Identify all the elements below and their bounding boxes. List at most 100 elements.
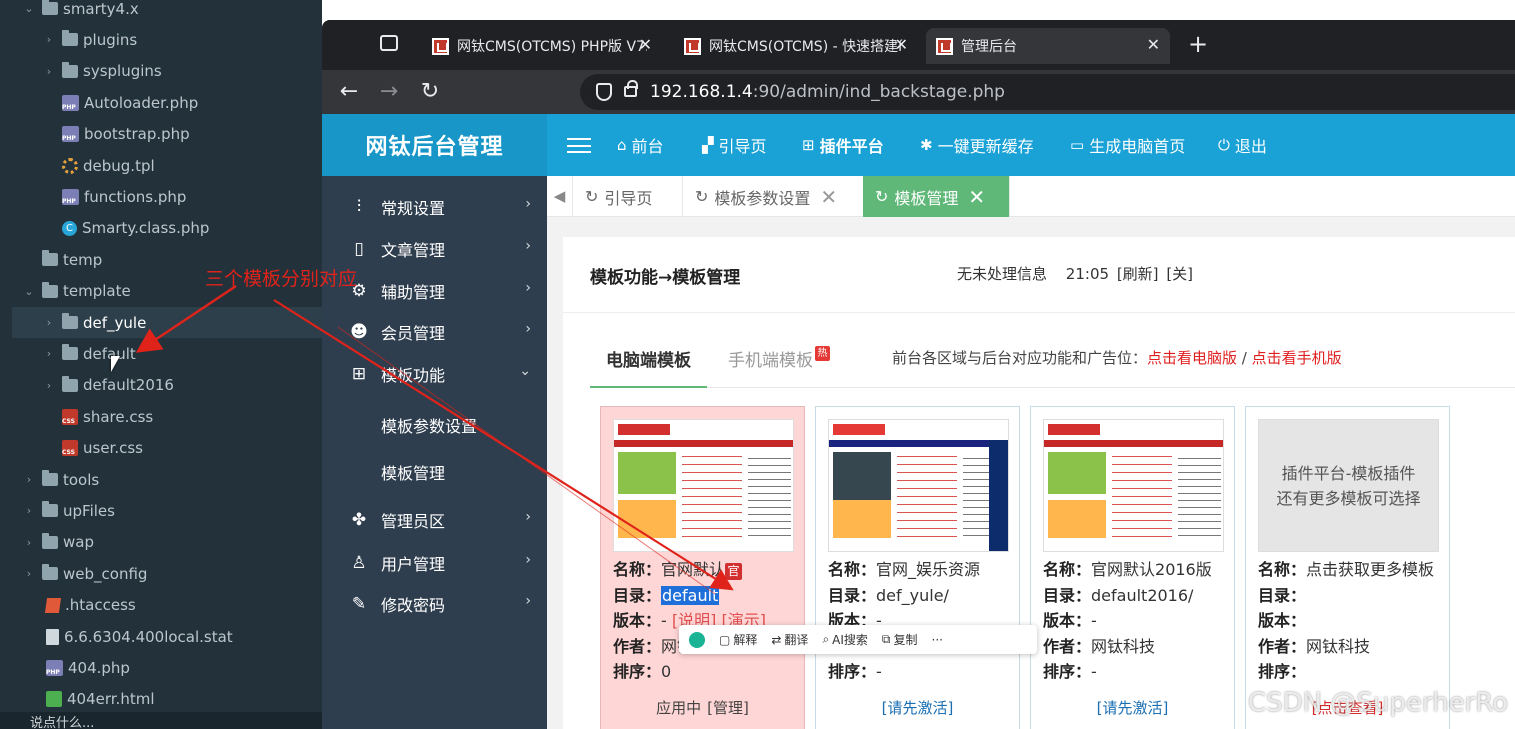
forward-arrow-icon[interactable]: →: [374, 79, 404, 104]
template-card[interactable]: 插件平台-模板插件 还有更多模板可选择 名称：点击获取更多模板 目录： 版本： 作者：网钛…: [1245, 406, 1450, 729]
template-thumbnail-more[interactable]: 插件平台-模板插件 还有更多模板可选择: [1258, 419, 1439, 552]
tree-item-php[interactable]: bootstrap.php: [62, 119, 190, 150]
tree-item-folder[interactable]: temp: [42, 244, 102, 275]
explain-button[interactable]: ▢ 解释: [719, 631, 757, 648]
reload-icon[interactable]: ↻: [415, 79, 445, 104]
topnav-plugins[interactable]: ⊞ 插件平台: [802, 114, 884, 176]
sidebar-item-pen[interactable]: ✎ 修改密码 ›: [322, 583, 547, 625]
chevron-right-icon[interactable]: ›: [42, 65, 56, 78]
tree-item-cls[interactable]: C Smarty.class.php: [62, 213, 209, 244]
lock-icon[interactable]: [624, 80, 638, 97]
sidebar-item-sliders[interactable]: ⫶ 常规设置 ›: [322, 186, 547, 228]
tree-item-folder[interactable]: ⌄ template: [22, 276, 131, 307]
translate-button[interactable]: ⇄ 翻译: [771, 631, 808, 648]
thumb-ban: [1048, 452, 1106, 494]
tree-item-git[interactable]: .htaccess: [44, 590, 136, 621]
chevron-right-icon[interactable]: ›: [42, 379, 56, 392]
copy-button[interactable]: ⧉ 复制: [882, 631, 918, 648]
tab-search-icon[interactable]: [380, 35, 398, 51]
tree-item-folder[interactable]: › sysplugins: [42, 56, 162, 87]
tree-item-folder[interactable]: › default: [42, 338, 136, 369]
back-arrow-icon[interactable]: ←: [334, 79, 364, 104]
topnav-build-home[interactable]: ▭ 生成电脑首页: [1070, 114, 1185, 176]
close-icon[interactable]: ✕: [895, 35, 908, 54]
view-mobile-link[interactable]: 点击看手机版: [1252, 349, 1342, 367]
topnav-guide[interactable]: ▞ 引导页: [702, 114, 767, 176]
chevron-right-icon[interactable]: ›: [22, 536, 36, 549]
css-file-icon: [62, 408, 78, 425]
tree-item-html[interactable]: 404err.html: [46, 684, 155, 715]
tabs-scroll-left-icon[interactable]: ◀: [547, 176, 573, 217]
tab-pc-templates[interactable]: 电脑端模板: [590, 346, 707, 388]
tree-item-gear[interactable]: debug.tpl: [62, 150, 155, 181]
tree-item-css[interactable]: share.css: [62, 401, 153, 432]
manage-link[interactable]: [管理]: [707, 699, 749, 717]
tree-item-folder[interactable]: › wap: [22, 527, 94, 558]
template-card[interactable]: 名称：官网默认官目录：default版本：- [说明] [演示]作者：网钛科技排…: [600, 406, 805, 729]
tree-item-folder[interactable]: › plugins: [42, 24, 137, 55]
sidebar-subitem-template-params[interactable]: 模板参数设置: [322, 402, 547, 448]
tab-guide[interactable]: ↻ 引导页: [573, 176, 683, 217]
template-card[interactable]: 名称：官网_娱乐资源目录：def_yule/版本：-作者：排序：-[请先激活]: [815, 406, 1020, 729]
chevron-right-icon[interactable]: ›: [22, 567, 36, 580]
tree-item-folder[interactable]: ⌄ smarty4.x: [22, 0, 139, 24]
refresh-icon[interactable]: ↻: [585, 187, 598, 206]
template-action[interactable]: [请先激活]: [816, 697, 1019, 718]
status-close-link[interactable]: [关]: [1166, 265, 1193, 283]
refresh-icon[interactable]: ↻: [695, 187, 708, 206]
tree-item-css[interactable]: user.css: [62, 433, 143, 464]
tree-item-folder[interactable]: › default2016: [42, 370, 174, 401]
chevron-down-icon[interactable]: ⌄: [22, 2, 36, 15]
tree-item-file[interactable]: 6.6.6304.400local.stat: [46, 621, 233, 652]
chevron-right-icon[interactable]: ›: [42, 347, 56, 360]
info-row-author: 作者：网钛科技: [1043, 634, 1233, 660]
chevron-down-icon[interactable]: ⌄: [22, 285, 36, 298]
tab-template-manage[interactable]: ↻ 模板管理 ✕: [863, 176, 1010, 217]
url-field[interactable]: 192.168.1.4:90/admin/ind_backstage.php: [580, 74, 1515, 110]
tree-item-php[interactable]: 404.php: [46, 652, 130, 683]
chevron-right-icon[interactable]: ›: [42, 316, 56, 329]
sidebar-item-user-outline[interactable]: ♙ 用户管理 ›: [322, 542, 547, 584]
browser-tab-admin[interactable]: 管理后台 ✕: [926, 28, 1170, 64]
sidebar-subitem-template-manage[interactable]: 模板管理: [322, 449, 547, 495]
template-card[interactable]: 名称：官网默认2016版 目录：default2016/版本：- 作者：网钛科技 排序…: [1030, 406, 1235, 729]
status-refresh-link[interactable]: [刷新]: [1117, 265, 1159, 283]
tab-mobile-templates[interactable]: 手机端模板热: [728, 346, 830, 388]
template-action[interactable]: 应用中 [管理]: [601, 697, 804, 718]
new-tab-icon[interactable]: +: [1188, 30, 1208, 58]
sidebar-item-grid[interactable]: ⊞ 模板功能 ⌄: [322, 353, 547, 395]
tree-item-folder[interactable]: › web_config: [22, 558, 147, 589]
topnav-logout[interactable]: ⏻ 退出: [1218, 114, 1267, 176]
chevron-right-icon[interactable]: ›: [22, 473, 36, 486]
tree-item-php[interactable]: Autoloader.php: [62, 87, 198, 118]
template-thumbnail[interactable]: [1043, 419, 1224, 552]
view-pc-link[interactable]: 点击看电脑版: [1147, 349, 1237, 367]
menu-toggle-icon[interactable]: [567, 138, 591, 153]
sidebar-item-flower[interactable]: ✤ 管理员区 ›: [322, 499, 547, 541]
close-icon[interactable]: ✕: [1147, 35, 1160, 54]
tab-template-params[interactable]: ↻ 模板参数设置 ✕: [683, 176, 864, 217]
info-label: 排序：: [828, 662, 877, 681]
tree-item-folder[interactable]: › def_yule: [12, 307, 322, 338]
tree-item-php[interactable]: functions.php: [62, 181, 186, 212]
tree-item-folder[interactable]: › upFiles: [22, 495, 115, 526]
chevron-right-icon[interactable]: ›: [22, 504, 36, 517]
chevron-right-icon[interactable]: ›: [42, 33, 56, 46]
more-button[interactable]: ···: [932, 633, 943, 647]
topnav-refresh-cache[interactable]: ✱ 一键更新缓存: [920, 114, 1034, 176]
template-thumbnail[interactable]: [613, 419, 794, 552]
tree-item-folder[interactable]: › tools: [22, 464, 99, 495]
template-thumbnail[interactable]: [828, 419, 1009, 552]
assistant-logo-icon[interactable]: [689, 631, 705, 648]
ai-search-button[interactable]: ⌕ AI搜索: [822, 631, 867, 648]
template-action[interactable]: [请先激活]: [1031, 697, 1234, 718]
close-icon[interactable]: ✕: [968, 185, 985, 209]
close-icon[interactable]: ✕: [639, 35, 652, 54]
browser-tab-otcms-php[interactable]: 网钛CMS(OTCMS) PHP版 V7.: ✕: [422, 28, 662, 64]
topnav-home[interactable]: ⌂ 前台: [617, 114, 664, 176]
ide-input-bar[interactable]: 说点什么...: [0, 712, 322, 729]
close-icon[interactable]: ✕: [820, 185, 837, 209]
browser-tab-otcms-quick[interactable]: 网钛CMS(OTCMS) - 快速搭建í ✕: [674, 28, 918, 64]
sidebar-item-user[interactable]: ☻ 会员管理 ›: [322, 311, 547, 353]
refresh-icon[interactable]: ↻: [875, 187, 888, 206]
